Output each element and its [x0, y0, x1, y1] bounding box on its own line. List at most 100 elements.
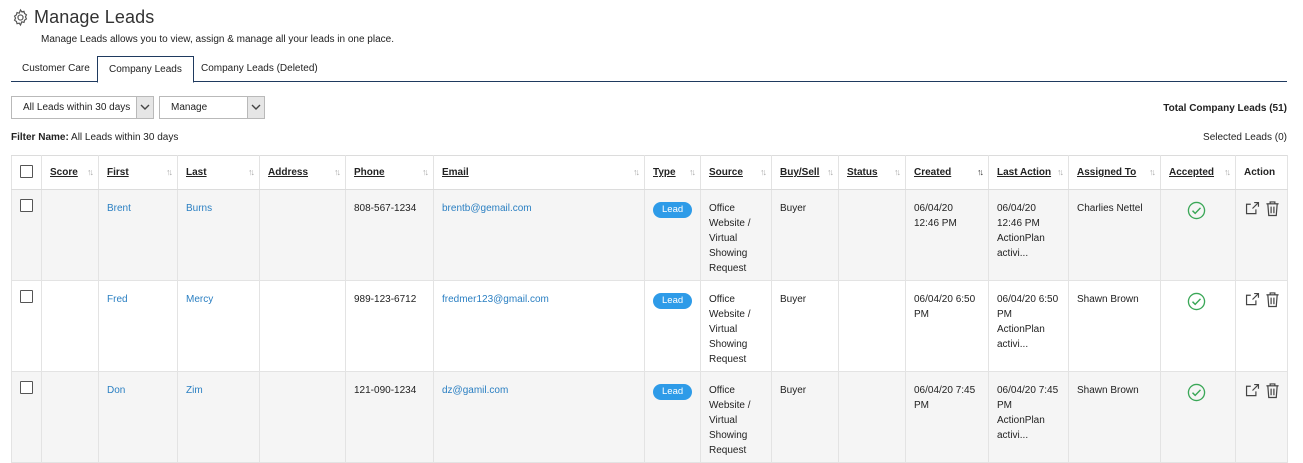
- created-cell: 06/04/20 7:45 PM: [905, 371, 989, 463]
- status-cell: [838, 189, 906, 281]
- column-header-buy-sell[interactable]: Buy/Sell ↑↓: [771, 155, 839, 190]
- gear-icon: [11, 8, 30, 27]
- first-name-link[interactable]: Fred: [107, 294, 128, 305]
- column-header-action: Action: [1235, 155, 1288, 190]
- row-checkbox[interactable]: [20, 381, 33, 394]
- column-header-phone[interactable]: Phone ↑↓: [345, 155, 434, 190]
- address-cell: [259, 280, 346, 372]
- assigned-to-cell: Charlies Nettel: [1068, 189, 1161, 281]
- page-title: Manage Leads: [34, 6, 155, 27]
- manage-select[interactable]: Manage: [159, 96, 265, 119]
- column-header-first[interactable]: First ↑↓: [98, 155, 178, 190]
- lead-range-value: All Leads within 30 days: [23, 102, 131, 113]
- action-cell: [1235, 371, 1288, 463]
- phone-cell: 808-567-1234: [345, 189, 434, 281]
- column-header-address[interactable]: Address ↑↓: [259, 155, 346, 190]
- address-cell: [259, 189, 346, 281]
- row-checkbox[interactable]: [20, 199, 33, 212]
- buy-sell-cell: Buyer: [771, 189, 839, 281]
- share-icon[interactable]: [1244, 291, 1261, 308]
- last-name-link[interactable]: Burns: [186, 203, 212, 214]
- first-name-link[interactable]: Don: [107, 385, 125, 396]
- assigned-to-cell: Shawn Brown: [1068, 280, 1161, 372]
- column-header-email[interactable]: Email ↑↓: [433, 155, 645, 190]
- chevron-down-icon[interactable]: [136, 97, 153, 118]
- lead-range-select[interactable]: All Leads within 30 days: [11, 96, 154, 119]
- select-all-cell: [11, 155, 42, 190]
- assigned-to-cell: Shawn Brown: [1068, 371, 1161, 463]
- select-all-checkbox[interactable]: [20, 164, 33, 178]
- filter-name: Filter Name: All Leads within 30 days: [11, 132, 178, 143]
- type-badge: Lead: [653, 384, 693, 400]
- tab-company-leads-deleted[interactable]: Company Leads (Deleted): [190, 56, 329, 82]
- address-cell: [259, 371, 346, 463]
- source-cell: Office Website / Virtual Showing Request: [700, 280, 772, 372]
- column-header-status[interactable]: Status ↑↓: [838, 155, 906, 190]
- last-action-cell: 06/04/20 7:45 PM ActionPlan activi...: [988, 371, 1069, 463]
- accepted-cell: [1160, 371, 1236, 463]
- table-row: Fred Mercy 989-123-6712 fredmer123@gmail…: [11, 280, 1288, 372]
- column-header-assigned-to[interactable]: Assigned To ↑↓: [1068, 155, 1161, 190]
- status-cell: [838, 280, 906, 372]
- leads-table: Score ↑↓ First ↑↓ Last ↑↓ Address ↑↓ Phone ↑↓…: [11, 155, 1288, 463]
- buy-sell-cell: Buyer: [771, 280, 839, 372]
- row-checkbox[interactable]: [20, 290, 33, 303]
- score-cell: [41, 189, 99, 281]
- last-action-cell: 06/04/20 12:46 PM ActionPlan activi...: [988, 189, 1069, 281]
- selected-leads-count: Selected Leads (0): [1203, 132, 1287, 143]
- accepted-cell: [1160, 280, 1236, 372]
- page-subtitle: Manage Leads allows you to view, assign …: [41, 34, 394, 45]
- column-header-accepted[interactable]: Accepted ↑↓: [1160, 155, 1236, 190]
- first-name-link[interactable]: Brent: [107, 203, 131, 214]
- column-header-score[interactable]: Score ↑↓: [41, 155, 99, 190]
- row-select-cell: [11, 189, 42, 281]
- phone-cell: 989-123-6712: [345, 280, 434, 372]
- status-cell: [838, 371, 906, 463]
- share-icon[interactable]: [1244, 382, 1261, 399]
- total-company-leads: Total Company Leads (51): [1163, 103, 1287, 114]
- last-name-link[interactable]: Zim: [186, 385, 203, 396]
- email-link[interactable]: brentb@gemail.com: [442, 203, 532, 214]
- share-icon[interactable]: [1244, 200, 1261, 217]
- source-cell: Office Website / Virtual Showing Request: [700, 371, 772, 463]
- last-action-cell: 06/04/20 6:50 PM ActionPlan activi...: [988, 280, 1069, 372]
- tab-bar: Customer Care Company Leads Company Lead…: [11, 56, 1287, 83]
- table-header-row: Score ↑↓ First ↑↓ Last ↑↓ Address ↑↓ Phone ↑↓…: [11, 155, 1288, 190]
- manage-value: Manage: [171, 102, 208, 113]
- filter-name-value: All Leads within 30 days: [71, 132, 179, 143]
- check-circle-icon: [1187, 383, 1206, 407]
- buy-sell-cell: Buyer: [771, 371, 839, 463]
- table-row: Don Zim 121-090-1234 dz@gamil.com Lead O…: [11, 371, 1288, 463]
- score-cell: [41, 371, 99, 463]
- check-circle-icon: [1187, 201, 1206, 225]
- tab-customer-care[interactable]: Customer Care: [11, 56, 101, 82]
- column-header-last-action[interactable]: Last Action ↑↓: [988, 155, 1069, 190]
- action-cell: [1235, 280, 1288, 372]
- trash-icon[interactable]: [1265, 200, 1280, 217]
- chevron-down-icon[interactable]: [247, 97, 264, 118]
- row-select-cell: [11, 280, 42, 372]
- action-cell: [1235, 189, 1288, 281]
- accepted-cell: [1160, 189, 1236, 281]
- tab-company-leads[interactable]: Company Leads: [97, 56, 194, 83]
- phone-cell: 121-090-1234: [345, 371, 434, 463]
- column-header-type[interactable]: Type ↑↓: [644, 155, 701, 190]
- type-badge: Lead: [653, 293, 693, 309]
- email-link[interactable]: dz@gamil.com: [442, 385, 508, 396]
- last-name-link[interactable]: Mercy: [186, 294, 213, 305]
- score-cell: [41, 280, 99, 372]
- trash-icon[interactable]: [1265, 291, 1280, 308]
- filter-name-label: Filter Name:: [11, 132, 69, 143]
- column-header-source[interactable]: Source ↑↓: [700, 155, 772, 190]
- type-badge: Lead: [653, 202, 693, 218]
- created-cell: 06/04/20 6:50 PM: [905, 280, 989, 372]
- page-header: Manage Leads: [11, 5, 154, 29]
- trash-icon[interactable]: [1265, 382, 1280, 399]
- created-cell: 06/04/20 12:46 PM: [905, 189, 989, 281]
- table-row: Brent Burns 808-567-1234 brentb@gemail.c…: [11, 189, 1288, 281]
- column-header-last[interactable]: Last ↑↓: [177, 155, 260, 190]
- email-link[interactable]: fredmer123@gmail.com: [442, 294, 549, 305]
- column-header-created[interactable]: Created ↑↓: [905, 155, 989, 190]
- source-cell: Office Website / Virtual Showing Request: [700, 189, 772, 281]
- check-circle-icon: [1187, 292, 1206, 316]
